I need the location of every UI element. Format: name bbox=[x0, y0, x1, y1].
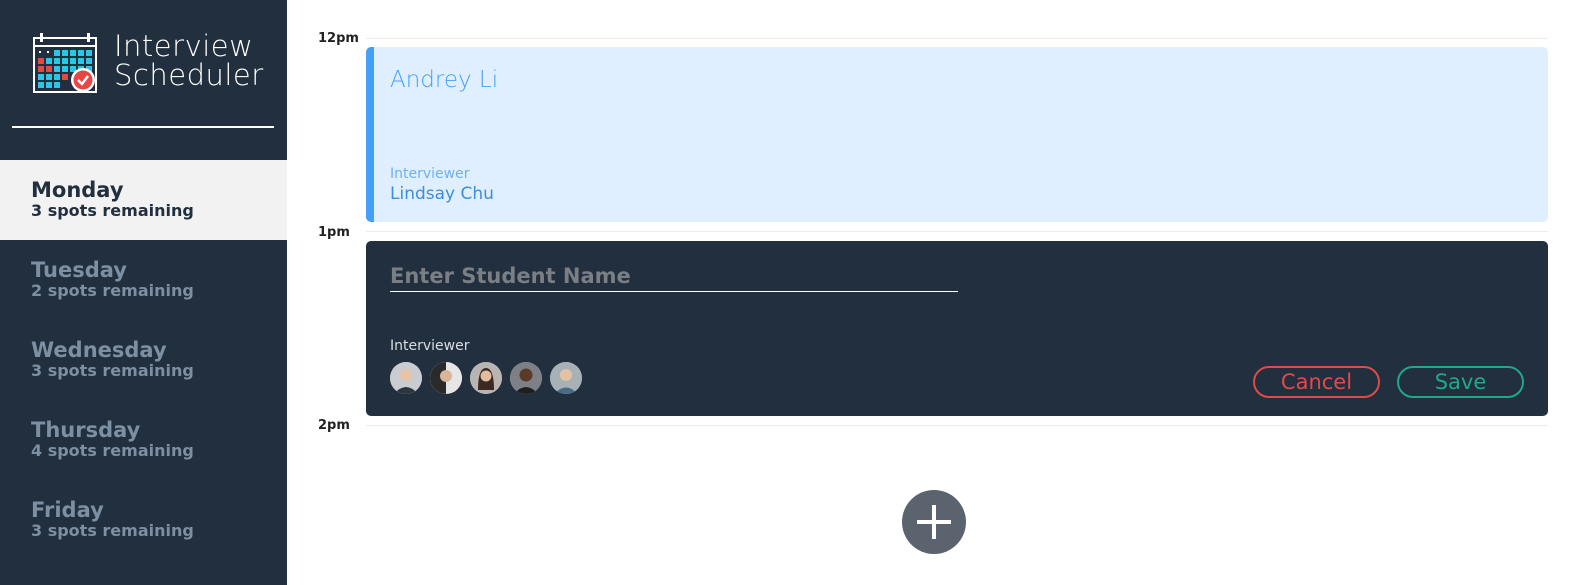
day-item-friday[interactable]: Friday 3 spots remaining bbox=[0, 480, 287, 560]
day-spots: 3 spots remaining bbox=[31, 201, 194, 220]
day-item-thursday[interactable]: Thursday 4 spots remaining bbox=[0, 400, 287, 480]
day-list: Monday 3 spots remaining Tuesday 2 spots… bbox=[0, 160, 287, 560]
time-divider bbox=[366, 38, 1548, 39]
student-name-input[interactable] bbox=[390, 261, 958, 292]
day-spots: 2 spots remaining bbox=[31, 281, 194, 300]
time-label-1pm: 1pm bbox=[318, 225, 350, 240]
add-appointment-button[interactable] bbox=[902, 490, 966, 554]
calendar-logo-icon bbox=[32, 32, 98, 94]
plus-icon bbox=[917, 505, 951, 539]
interviewer-label: Interviewer bbox=[390, 338, 470, 354]
interviewer-list bbox=[390, 362, 582, 394]
interviewer-avatar[interactable] bbox=[470, 362, 502, 394]
cancel-button[interactable]: Cancel bbox=[1253, 366, 1380, 398]
day-name: Friday bbox=[31, 498, 104, 522]
day-name: Tuesday bbox=[31, 258, 127, 282]
save-button[interactable]: Save bbox=[1397, 366, 1524, 398]
day-name: Monday bbox=[31, 178, 124, 202]
day-name: Thursday bbox=[31, 418, 141, 442]
booked-appointment[interactable]: Andrey Li Interviewer Lindsay Chu bbox=[366, 47, 1548, 222]
time-label-2pm: 2pm bbox=[318, 418, 350, 433]
app-title-line2: Scheduler bbox=[114, 58, 264, 92]
interviewer-avatar[interactable] bbox=[550, 362, 582, 394]
time-divider bbox=[366, 425, 1548, 426]
day-item-monday[interactable]: Monday 3 spots remaining bbox=[0, 160, 287, 240]
sidebar: Interview Scheduler Monday 3 spots remai… bbox=[0, 0, 287, 585]
interviewer-avatar[interactable] bbox=[390, 362, 422, 394]
day-item-wednesday[interactable]: Wednesday 3 spots remaining bbox=[0, 320, 287, 400]
day-spots: 3 spots remaining bbox=[31, 361, 194, 380]
student-name: Andrey Li bbox=[390, 67, 499, 93]
appointment-form: Interviewer Cancel Save bbox=[366, 241, 1548, 416]
interviewer-name: Lindsay Chu bbox=[390, 184, 494, 204]
app-title-line1: Interview bbox=[114, 29, 254, 63]
interviewer-label: Interviewer bbox=[390, 166, 470, 182]
interviewer-avatar[interactable] bbox=[510, 362, 542, 394]
day-spots: 3 spots remaining bbox=[31, 521, 194, 540]
time-divider bbox=[366, 231, 1548, 232]
day-name: Wednesday bbox=[31, 338, 167, 362]
interviewer-avatar[interactable] bbox=[430, 362, 462, 394]
day-item-tuesday[interactable]: Tuesday 2 spots remaining bbox=[0, 240, 287, 320]
time-label-12pm: 12pm bbox=[318, 31, 359, 46]
app-title: Interview Scheduler bbox=[114, 32, 264, 90]
sidebar-divider bbox=[12, 126, 274, 128]
day-spots: 4 spots remaining bbox=[31, 441, 194, 460]
